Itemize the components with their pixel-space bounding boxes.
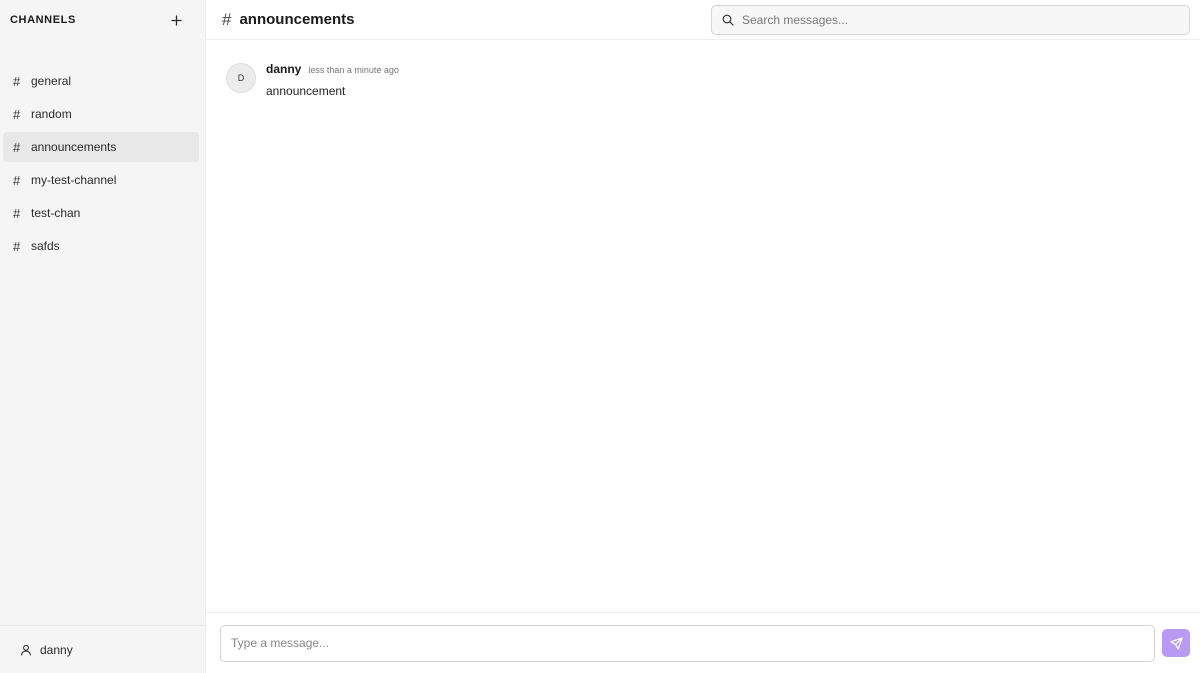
current-user[interactable]: danny: [0, 625, 205, 673]
channel-list: # general # random # announcements # my-…: [0, 66, 205, 261]
sidebar-item-general[interactable]: # general: [3, 66, 199, 96]
sidebar-header: CHANNELS: [0, 0, 205, 40]
plus-icon: [170, 14, 182, 26]
search-icon: [722, 14, 734, 26]
message-body: danny less than a minute ago announcemen…: [266, 62, 399, 98]
message-text: announcement: [266, 84, 346, 98]
search-box[interactable]: [711, 4, 1190, 35]
sidebar-item-my-test-channel[interactable]: # my-test-channel: [3, 165, 199, 195]
message-header: danny less than a minute ago: [266, 62, 399, 76]
avatar: D: [226, 63, 256, 93]
search-input[interactable]: [742, 12, 1162, 27]
channel-label: announcements: [31, 140, 117, 154]
send-button[interactable]: [1162, 629, 1190, 657]
channel-title: announcements: [239, 11, 355, 28]
send-icon: [1169, 636, 1183, 650]
sidebar-item-test-chan[interactable]: # test-chan: [3, 198, 199, 228]
hash-icon: #: [13, 106, 21, 122]
message-input[interactable]: [220, 624, 1155, 662]
channel-label: test-chan: [31, 206, 81, 220]
hash-icon: #: [13, 205, 21, 221]
sidebar-item-random[interactable]: # random: [3, 99, 199, 129]
sidebar: CHANNELS # general # random # announceme…: [0, 0, 206, 673]
message-composer: [206, 612, 1200, 673]
channel-label: safds: [31, 239, 60, 253]
message-author: danny: [266, 62, 302, 76]
sidebar-item-safds[interactable]: # safds: [3, 231, 199, 261]
page-title: # announcements: [222, 10, 355, 30]
user-name: danny: [40, 642, 73, 657]
channel-label: random: [31, 107, 72, 121]
chat-app: CHANNELS # general # random # announceme…: [0, 0, 1200, 673]
sidebar-title: CHANNELS: [10, 14, 76, 26]
add-channel-button[interactable]: [167, 11, 185, 29]
message-item: D danny less than a minute ago announcem…: [226, 62, 1180, 98]
topbar: # announcements: [206, 0, 1200, 40]
user-icon: [21, 644, 31, 656]
hash-icon: #: [13, 172, 21, 188]
hash-icon: #: [13, 238, 21, 254]
hash-icon: #: [13, 139, 21, 155]
message-timestamp: less than a minute ago: [308, 65, 399, 75]
hash-icon: #: [13, 73, 21, 89]
sidebar-item-announcements[interactable]: # announcements: [3, 132, 199, 162]
channel-label: my-test-channel: [31, 173, 117, 187]
channel-label: general: [31, 74, 72, 88]
hash-icon: #: [222, 9, 232, 29]
message-list: D danny less than a minute ago announcem…: [206, 40, 1200, 120]
main-panel: # announcements D danny less than a minu…: [206, 0, 1200, 673]
